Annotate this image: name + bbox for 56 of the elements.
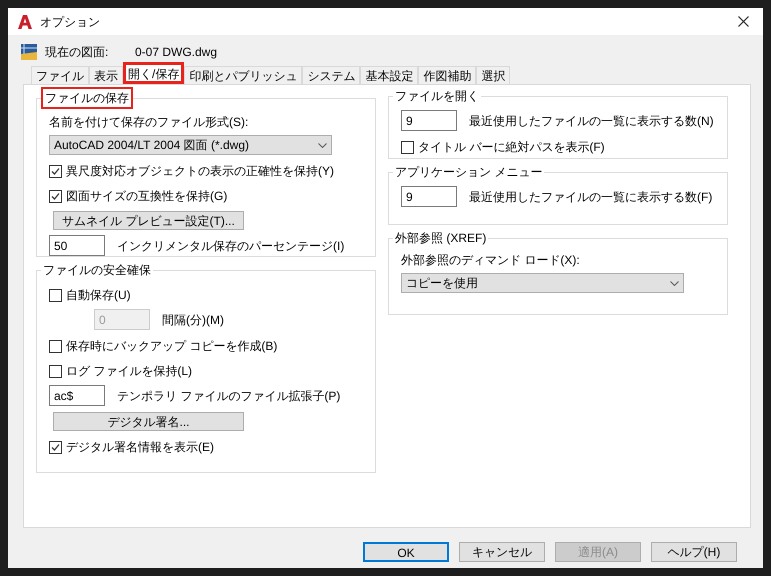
checkbox[interactable] — [49, 288, 62, 302]
group-title: ファイルの安全確保 — [42, 262, 152, 279]
checkbox[interactable] — [49, 440, 62, 454]
checkbox[interactable] — [401, 140, 414, 154]
group-title: アプリケーション メニュー — [394, 164, 544, 181]
current-drawing-name: 0-07 DWG.dwg — [135, 44, 218, 61]
checkbox-label: 自動保存(U) — [66, 287, 131, 304]
checkbox-label: ログ ファイルを保持(L) — [66, 363, 192, 380]
tab[interactable]: 基本設定 — [360, 66, 418, 84]
window-title: オプション — [40, 14, 101, 30]
check-icon — [51, 192, 60, 200]
checkbox-label: タイトル バーに絶対パスを表示(F) — [418, 139, 605, 156]
checkbox[interactable] — [49, 340, 62, 352]
number-field[interactable]: 9 — [401, 110, 457, 131]
settings-button[interactable]: デジタル署名... — [53, 412, 244, 431]
close-icon[interactable] — [738, 16, 749, 27]
group-title: ファイルの保存 — [41, 87, 133, 109]
dropdown[interactable]: AutoCAD 2004/LT 2004 図面 (*.dwg) — [49, 135, 332, 155]
tab[interactable]: 開く/保存 — [123, 62, 184, 84]
group-title: 外部参照 (XREF) — [394, 230, 488, 247]
checkbox-label: 図面サイズの互換性を保持(G) — [66, 188, 228, 205]
check-icon — [51, 442, 60, 452]
app-logo-icon — [18, 14, 32, 28]
checkbox-label: 保存時にバックアップ コピーを作成(B) — [66, 338, 278, 355]
dialog-button[interactable]: OK — [363, 542, 449, 562]
tab[interactable]: ファイル — [31, 66, 89, 84]
tab[interactable]: 作図補助 — [418, 66, 476, 84]
field-label: 外部参照のディマンド ロード(X): — [401, 252, 581, 269]
current-drawing-label: 現在の図面: — [45, 44, 110, 61]
chevron-down-icon — [318, 142, 327, 148]
number-field[interactable]: 9 — [401, 186, 457, 207]
check-icon — [51, 166, 60, 176]
tab[interactable]: 印刷とパブリッシュ — [184, 66, 302, 84]
settings-button[interactable]: サムネイル プレビュー設定(T)... — [53, 211, 244, 230]
number-field[interactable]: ac$ — [49, 385, 105, 406]
field-label: 名前を付けて保存のファイル形式(S): — [49, 114, 250, 131]
field-label: テンポラリ ファイルのファイル拡張子(P) — [117, 388, 340, 404]
field-label: 間隔(分)(M) — [162, 312, 224, 328]
checkbox[interactable] — [49, 190, 62, 202]
field-label: 最近使用したファイルの一覧に表示する数(N) — [469, 112, 714, 130]
tab[interactable]: 表示 — [89, 66, 123, 84]
checkbox[interactable] — [49, 364, 62, 378]
tab[interactable]: システム — [302, 66, 360, 84]
dropdown[interactable]: コピーを使用 — [401, 273, 684, 293]
group-title: ファイルを開く — [394, 88, 480, 105]
checkbox[interactable] — [49, 164, 62, 178]
dialog-button[interactable]: ヘルプ(H) — [651, 542, 737, 562]
chevron-down-icon — [670, 280, 679, 286]
number-field[interactable]: 50 — [49, 235, 105, 256]
field-label: インクリメンタル保存のパーセンテージ(I) — [117, 238, 344, 254]
tab[interactable]: 選択 — [476, 66, 510, 84]
checkbox-label: デジタル署名情報を表示(E) — [66, 439, 214, 456]
checkbox-label: 異尺度対応オブジェクトの表示の正確性を保持(Y) — [66, 163, 334, 180]
drawing-file-icon — [21, 44, 37, 60]
dialog-button[interactable]: キャンセル — [459, 542, 545, 562]
field-label: 最近使用したファイルの一覧に表示する数(F) — [469, 188, 712, 206]
